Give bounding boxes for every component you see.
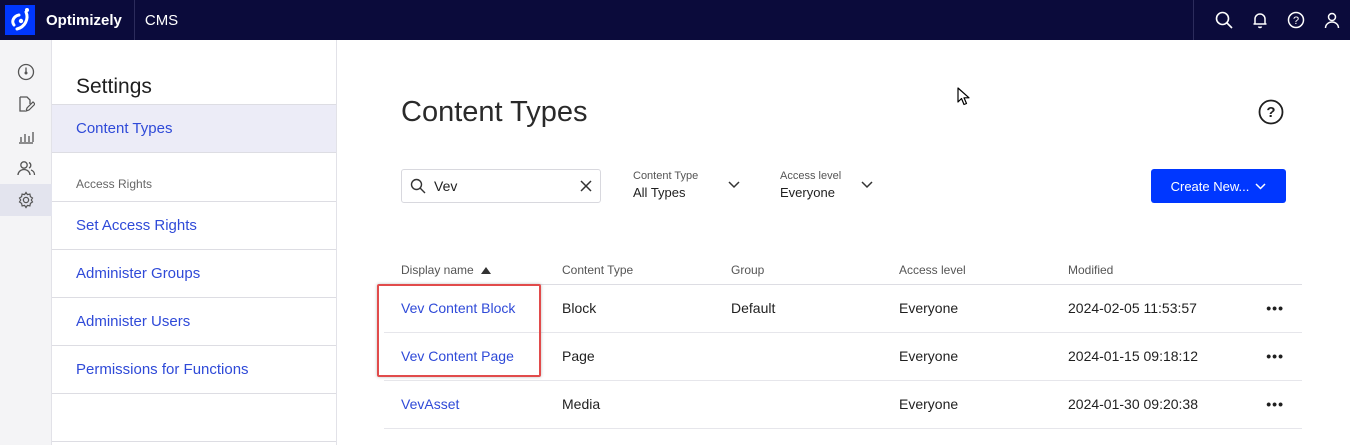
create-new-button[interactable]: Create New... [1151,169,1286,203]
svg-text:?: ? [1293,15,1299,27]
help-button[interactable]: ? [1258,99,1284,125]
search-icon [410,178,426,194]
user-icon[interactable] [1314,0,1350,40]
dashboard-icon[interactable] [0,56,52,88]
nav-set-access-rights[interactable]: Set Access Rights [52,201,336,249]
row-content-type: Page [545,332,714,381]
column-header-actions [1231,256,1302,285]
column-header-content-type[interactable]: Content Type [545,256,714,285]
row-access-level: Everyone [882,332,1051,381]
nav-administer-users[interactable]: Administer Users [52,297,336,345]
table-header-row: Display name Content Type Group Access l… [384,256,1302,285]
access-level-filter-label: Access level [780,170,842,182]
row-modified: 2024-01-15 09:18:12 [1051,332,1231,381]
bell-icon[interactable] [1242,0,1278,40]
content-type-filter-label: Content Type [633,170,699,182]
content-type-filter[interactable]: Content Type All Types [633,170,740,200]
search-value[interactable]: Vev [434,178,580,194]
content-type-filter-value: All Types [633,185,686,200]
top-bar: Optimizely CMS ? [0,0,1350,40]
reports-icon[interactable] [0,120,52,152]
access-level-filter-value: Everyone [780,185,835,200]
row-access-level: Everyone [882,284,1051,333]
search-input[interactable]: Vev [401,169,601,203]
chevron-down-icon [728,181,740,189]
nav-divider [52,441,336,442]
access-level-filter[interactable]: Access level Everyone [780,170,873,200]
nav-divider [52,393,336,441]
column-header-group[interactable]: Group [714,256,882,285]
brand-name[interactable]: Optimizely [40,0,135,40]
mouse-cursor-icon [957,87,970,106]
clear-search-icon[interactable] [580,180,592,192]
table-row[interactable]: VevAsset Media Everyone 2024-01-30 09:20… [384,380,1302,429]
nav-section-access-rights: Access Rights [52,152,336,201]
column-header-modified[interactable]: Modified [1051,256,1231,285]
chevron-down-icon [1255,182,1266,190]
svg-text:?: ? [1266,104,1275,121]
row-content-type: Block [545,284,714,333]
page-title: Content Types [401,96,588,128]
column-header-access-level[interactable]: Access level [882,256,1051,285]
row-more-options-icon[interactable]: ••• [1231,284,1302,333]
nav-content-types[interactable]: Content Types [52,104,336,152]
row-group: Default [714,284,882,333]
row-modified: 2024-02-05 11:53:57 [1051,284,1231,333]
help-icon: ? [1258,99,1284,125]
product-name[interactable]: CMS [135,0,178,40]
settings-title: Settings [76,75,152,98]
left-rail [0,40,52,445]
highlight-box [377,284,541,377]
help-icon[interactable]: ? [1278,0,1314,40]
users-icon[interactable] [0,152,52,184]
search-icon[interactable] [1206,0,1242,40]
row-display-name[interactable]: VevAsset [384,380,545,429]
top-actions: ? [1193,0,1350,40]
chevron-down-icon [861,181,873,189]
optimizely-logo-icon[interactable] [0,0,40,40]
create-new-label: Create New... [1170,178,1250,194]
sort-ascending-icon [481,266,492,274]
row-group [714,332,882,381]
nav-administer-groups[interactable]: Administer Groups [52,249,336,297]
row-access-level: Everyone [882,380,1051,429]
row-group [714,380,882,429]
row-more-options-icon[interactable]: ••• [1231,380,1302,429]
edit-icon[interactable] [0,88,52,120]
row-more-options-icon[interactable]: ••• [1231,332,1302,381]
row-modified: 2024-01-30 09:20:38 [1051,380,1231,429]
main-content: Content Types ? Vev Content Type All Typ… [338,40,1350,445]
row-content-type: Media [545,380,714,429]
settings-icon[interactable] [0,184,52,216]
column-header-display-name[interactable]: Display name [384,256,545,285]
settings-panel: Settings Content Types Access Rights Set… [52,40,337,445]
nav-permissions-for-functions[interactable]: Permissions for Functions [52,345,336,393]
